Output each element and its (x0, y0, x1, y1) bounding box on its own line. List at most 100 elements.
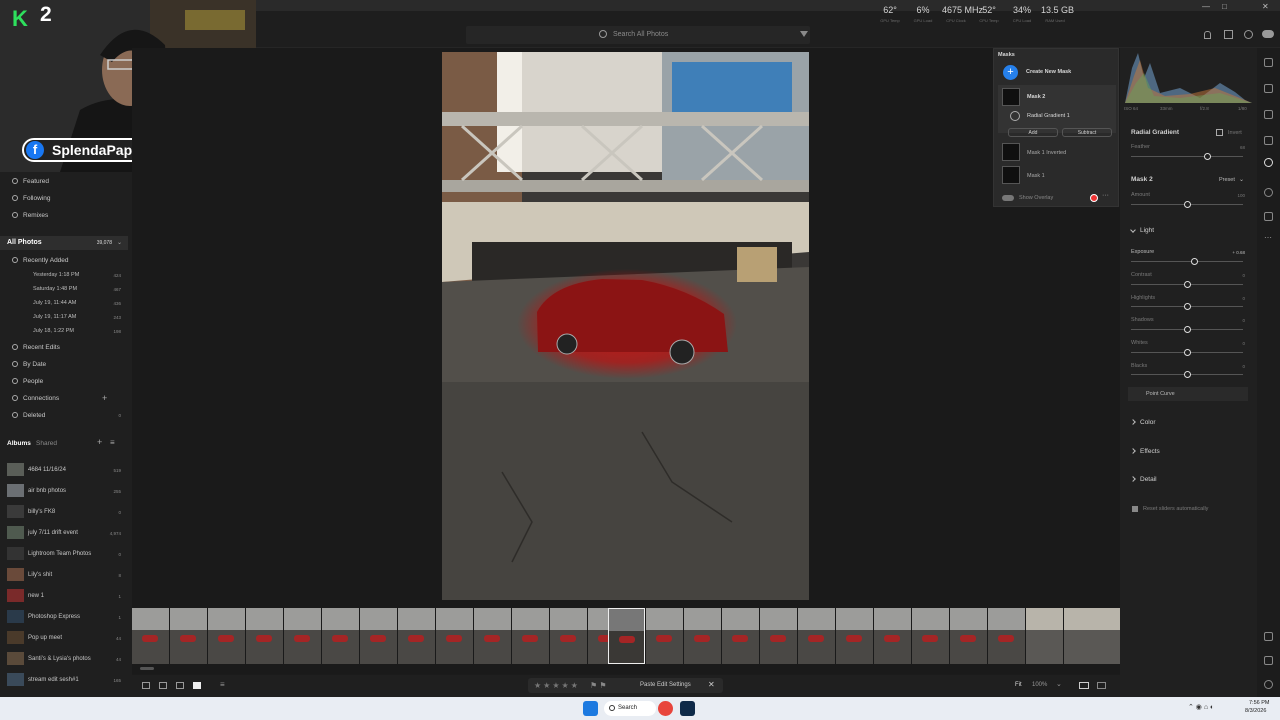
comment-icon[interactable] (1264, 632, 1273, 641)
radial-gradient-label[interactable]: Radial Gradient 1 (1027, 113, 1070, 119)
minimize-icon[interactable]: — (1202, 2, 1210, 11)
film-thumb[interactable] (722, 608, 759, 664)
feather-slider[interactable] (1131, 153, 1243, 160)
feather-knob[interactable] (1203, 153, 1211, 160)
masking-icon[interactable] (1264, 158, 1273, 167)
windows-start-icon[interactable] (583, 701, 598, 716)
heal-icon[interactable] (1264, 136, 1273, 145)
amount-slider[interactable] (1131, 201, 1243, 208)
paste-edit-settings-button[interactable]: Paste Edit Settings (640, 682, 691, 688)
detail-view-icon[interactable] (176, 682, 184, 689)
list-item[interactable]: new 11 (7, 589, 125, 604)
overlay-toggle[interactable] (1002, 195, 1014, 201)
more-icon[interactable]: ··· (1102, 192, 1109, 199)
history-icon[interactable] (1264, 188, 1273, 197)
film-thumb[interactable] (550, 608, 587, 664)
all-photos-row[interactable]: All Photos 39,078 ⌄ (0, 236, 128, 250)
film-thumb[interactable] (1082, 608, 1120, 664)
add-button[interactable]: Add (1008, 128, 1058, 137)
chevron-down-icon[interactable]: ⌄ (117, 239, 122, 246)
detail-section[interactable]: Detail (1130, 476, 1157, 483)
list-item[interactable]: Santi's & Lysia's photos 44 (7, 652, 125, 667)
transform-icon[interactable] (1264, 110, 1273, 119)
tab-albums[interactable]: Albums (7, 440, 31, 447)
film-thumb[interactable] (246, 608, 283, 664)
filmstrip-scrollbar[interactable] (140, 667, 154, 670)
film-thumb[interactable] (760, 608, 797, 664)
film-thumb[interactable] (912, 608, 949, 664)
list-item[interactable]: july 7/11 drift event 4,974 (7, 526, 125, 541)
star-rating[interactable]: ★★★★★ (534, 681, 580, 690)
sort-icon[interactable]: ≡ (220, 680, 225, 689)
film-thumb[interactable] (398, 608, 435, 664)
search-bar[interactable]: Search All Photos (466, 26, 810, 44)
overlay-color-swatch[interactable] (1090, 194, 1098, 202)
filmstrip-toggle-icon[interactable] (1079, 682, 1089, 689)
film-thumb[interactable] (798, 608, 835, 664)
list-item[interactable]: billy's FK8 0 (7, 505, 125, 520)
blacks-knob[interactable] (1183, 371, 1191, 378)
recent-item[interactable]: Yesterday 1:18 PM (33, 272, 79, 278)
add-mask-icon[interactable]: + (1003, 65, 1018, 80)
list-item[interactable]: Pop up meet 44 (7, 631, 125, 646)
info-icon[interactable] (1264, 680, 1273, 689)
whites-knob[interactable] (1183, 349, 1191, 356)
list-item[interactable]: air bnb photos 255 (7, 484, 125, 499)
chevron-down-icon[interactable]: ⌄ (1239, 176, 1244, 183)
reset-sliders-checkbox[interactable] (1132, 506, 1138, 512)
nav-remixes[interactable]: Remixes (12, 212, 48, 219)
close-icon[interactable]: ✕ (708, 680, 715, 689)
film-thumb[interactable] (988, 608, 1025, 664)
create-new-mask-button[interactable]: Create New Mask (1026, 69, 1071, 75)
contrast-knob[interactable] (1183, 281, 1191, 288)
preset-dropdown[interactable]: Preset (1219, 177, 1235, 183)
add-album-icon[interactable]: + (97, 437, 102, 447)
sort-icon[interactable]: ≡ (110, 438, 115, 447)
recent-item[interactable]: July 19, 11:44 AM (33, 300, 76, 306)
film-thumb[interactable] (474, 608, 511, 664)
nav-recent-edits[interactable]: Recent Edits (12, 344, 60, 351)
exposure-slider[interactable] (1131, 258, 1243, 265)
nav-featured[interactable]: Featured (12, 178, 49, 185)
highlights-knob[interactable] (1183, 303, 1191, 310)
mask2-label[interactable]: Mask 2 (1027, 94, 1045, 100)
mask1-label[interactable]: Mask 1 (1027, 173, 1045, 179)
recent-item[interactable]: July 19, 11:17 AM (33, 314, 76, 320)
mask1-inverted-thumbnail[interactable] (1002, 143, 1020, 161)
share-icon[interactable] (1224, 30, 1233, 39)
nav-deleted[interactable]: Deleted (12, 412, 45, 419)
nav-by-date[interactable]: By Date (12, 361, 46, 368)
color-section[interactable]: Color (1130, 419, 1156, 426)
maximize-icon[interactable]: □ (1222, 2, 1227, 11)
versions-icon[interactable] (1264, 212, 1273, 221)
exposure-knob[interactable] (1191, 258, 1199, 265)
list-item[interactable]: stream edit sesh#1 165 (7, 673, 125, 688)
flag-icon[interactable]: ⚑ ⚑ (590, 681, 607, 690)
film-thumb[interactable] (684, 608, 721, 664)
film-thumb[interactable] (208, 608, 245, 664)
nav-following[interactable]: Following (12, 195, 50, 202)
more-icon[interactable]: ⋯ (1264, 233, 1272, 242)
film-thumb[interactable] (322, 608, 359, 664)
film-thumb-selected[interactable] (608, 608, 645, 664)
nav-recently-added[interactable]: Recently Added (12, 257, 69, 264)
amount-knob[interactable] (1184, 201, 1191, 208)
bell-icon[interactable] (1204, 31, 1211, 39)
film-thumb[interactable] (950, 608, 987, 664)
effects-section[interactable]: Effects (1130, 448, 1160, 455)
list-item[interactable]: 4684 11/16/24 519 (7, 463, 125, 478)
film-thumb[interactable] (646, 608, 683, 664)
single-view-icon[interactable] (193, 682, 201, 689)
mask2-thumbnail[interactable] (1002, 88, 1020, 106)
tag-icon[interactable] (1264, 656, 1273, 665)
film-thumb[interactable] (360, 608, 397, 664)
film-thumb[interactable] (512, 608, 549, 664)
recent-item[interactable]: July 18, 1:22 PM (33, 328, 74, 334)
light-section[interactable]: Light (1130, 227, 1154, 234)
point-curve-row[interactable]: Point Curve (1128, 387, 1248, 401)
film-thumb[interactable] (836, 608, 873, 664)
film-thumb[interactable] (170, 608, 207, 664)
shadows-knob[interactable] (1183, 326, 1191, 333)
mask1-inverted-label[interactable]: Mask 1 Inverted (1027, 150, 1066, 156)
filter-icon[interactable] (800, 31, 808, 37)
